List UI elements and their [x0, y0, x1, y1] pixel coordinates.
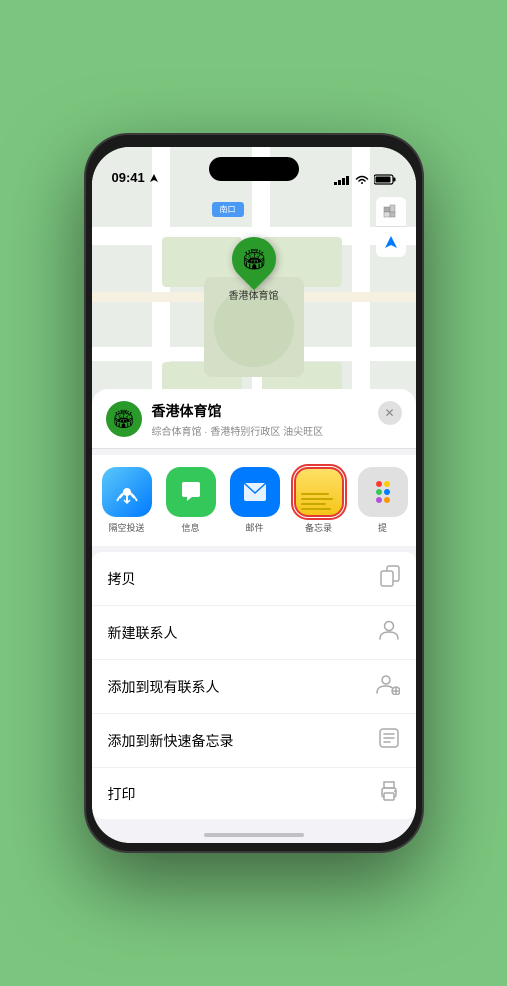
note-svg: [378, 727, 400, 749]
airdrop-label: 隔空投送: [108, 521, 144, 534]
person-add-svg: [376, 673, 400, 695]
print-label: 打印: [108, 784, 136, 804]
venue-subtitle: 综合体育馆 · 香港特别行政区 油尖旺区: [152, 423, 368, 438]
more-label: 提: [378, 521, 387, 534]
share-item-messages[interactable]: 信息: [166, 467, 216, 534]
close-button[interactable]: ✕: [378, 401, 402, 425]
home-indicator: [204, 833, 304, 837]
status-time: 09:41: [112, 170, 159, 185]
time-display: 09:41: [112, 170, 145, 185]
add-contact-label: 添加到现有联系人: [108, 677, 220, 697]
action-add-contact[interactable]: 添加到现有联系人: [92, 660, 416, 714]
mail-label: 邮件: [245, 521, 263, 534]
location-button[interactable]: [376, 227, 406, 257]
action-print[interactable]: 打印: [92, 768, 416, 819]
mail-svg: [242, 481, 268, 503]
print-icon: [378, 781, 400, 806]
dynamic-island: [209, 157, 299, 181]
quick-note-icon: [378, 727, 400, 754]
action-new-contact[interactable]: 新建联系人: [92, 606, 416, 660]
battery-icon: [374, 174, 396, 185]
location-arrow-icon: [384, 235, 398, 249]
messages-svg: [178, 479, 204, 505]
notes-label: 备忘录: [305, 521, 332, 534]
copy-label: 拷贝: [108, 569, 136, 589]
dots-grid: [376, 481, 390, 503]
airdrop-icon: [102, 467, 152, 517]
wifi-icon: [355, 175, 369, 185]
map-type-icon: [383, 204, 399, 220]
map-controls: [376, 197, 406, 257]
phone-screen: 09:41: [92, 147, 416, 843]
action-rows: 拷贝 新建联系人: [92, 552, 416, 819]
person-svg: [378, 619, 400, 641]
venue-icon: 🏟: [106, 401, 142, 437]
map-type-button[interactable]: [376, 197, 406, 227]
copy-icon: [380, 565, 400, 592]
action-copy[interactable]: 拷贝: [92, 552, 416, 606]
notes-icon-wrapper: [294, 467, 344, 517]
share-item-more[interactable]: 提: [358, 467, 408, 534]
action-quick-note[interactable]: 添加到新快速备忘录: [92, 714, 416, 768]
new-contact-icon: [378, 619, 400, 646]
venue-info-header: 🏟 香港体育馆 综合体育馆 · 香港特别行政区 油尖旺区 ✕: [92, 389, 416, 449]
messages-label: 信息: [181, 521, 199, 534]
location-icon: [149, 173, 159, 183]
venue-name: 香港体育馆: [152, 401, 368, 421]
print-svg: [378, 781, 400, 801]
signal-icon: [334, 175, 350, 185]
share-item-airdrop[interactable]: 隔空投送: [102, 467, 152, 534]
mail-icon: [230, 467, 280, 517]
messages-icon: [166, 467, 216, 517]
copy-svg: [380, 565, 400, 587]
pin-stadium-icon: 🏟: [241, 247, 266, 272]
quick-note-label: 添加到新快速备忘录: [108, 731, 234, 751]
venue-text: 香港体育馆 综合体育馆 · 香港特别行政区 油尖旺区: [152, 401, 368, 438]
status-icons: [334, 174, 396, 185]
location-label: 南口: [212, 202, 244, 217]
share-item-mail[interactable]: 邮件: [230, 467, 280, 534]
new-contact-label: 新建联系人: [108, 623, 178, 643]
share-item-notes[interactable]: 备忘录: [294, 467, 344, 534]
stadium-pin[interactable]: 🏟 香港体育馆: [229, 237, 279, 302]
airdrop-svg: [114, 479, 140, 505]
pin-icon: 🏟: [222, 228, 284, 290]
home-indicator-spacer: [92, 819, 416, 843]
more-icon: [358, 467, 408, 517]
notes-selection-border: [291, 464, 347, 520]
add-contact-icon: [376, 673, 400, 700]
bottom-sheet: 🏟 香港体育馆 综合体育馆 · 香港特别行政区 油尖旺区 ✕: [92, 389, 416, 843]
share-row: 隔空投送 信息: [92, 455, 416, 546]
phone-frame: 09:41: [84, 133, 424, 853]
